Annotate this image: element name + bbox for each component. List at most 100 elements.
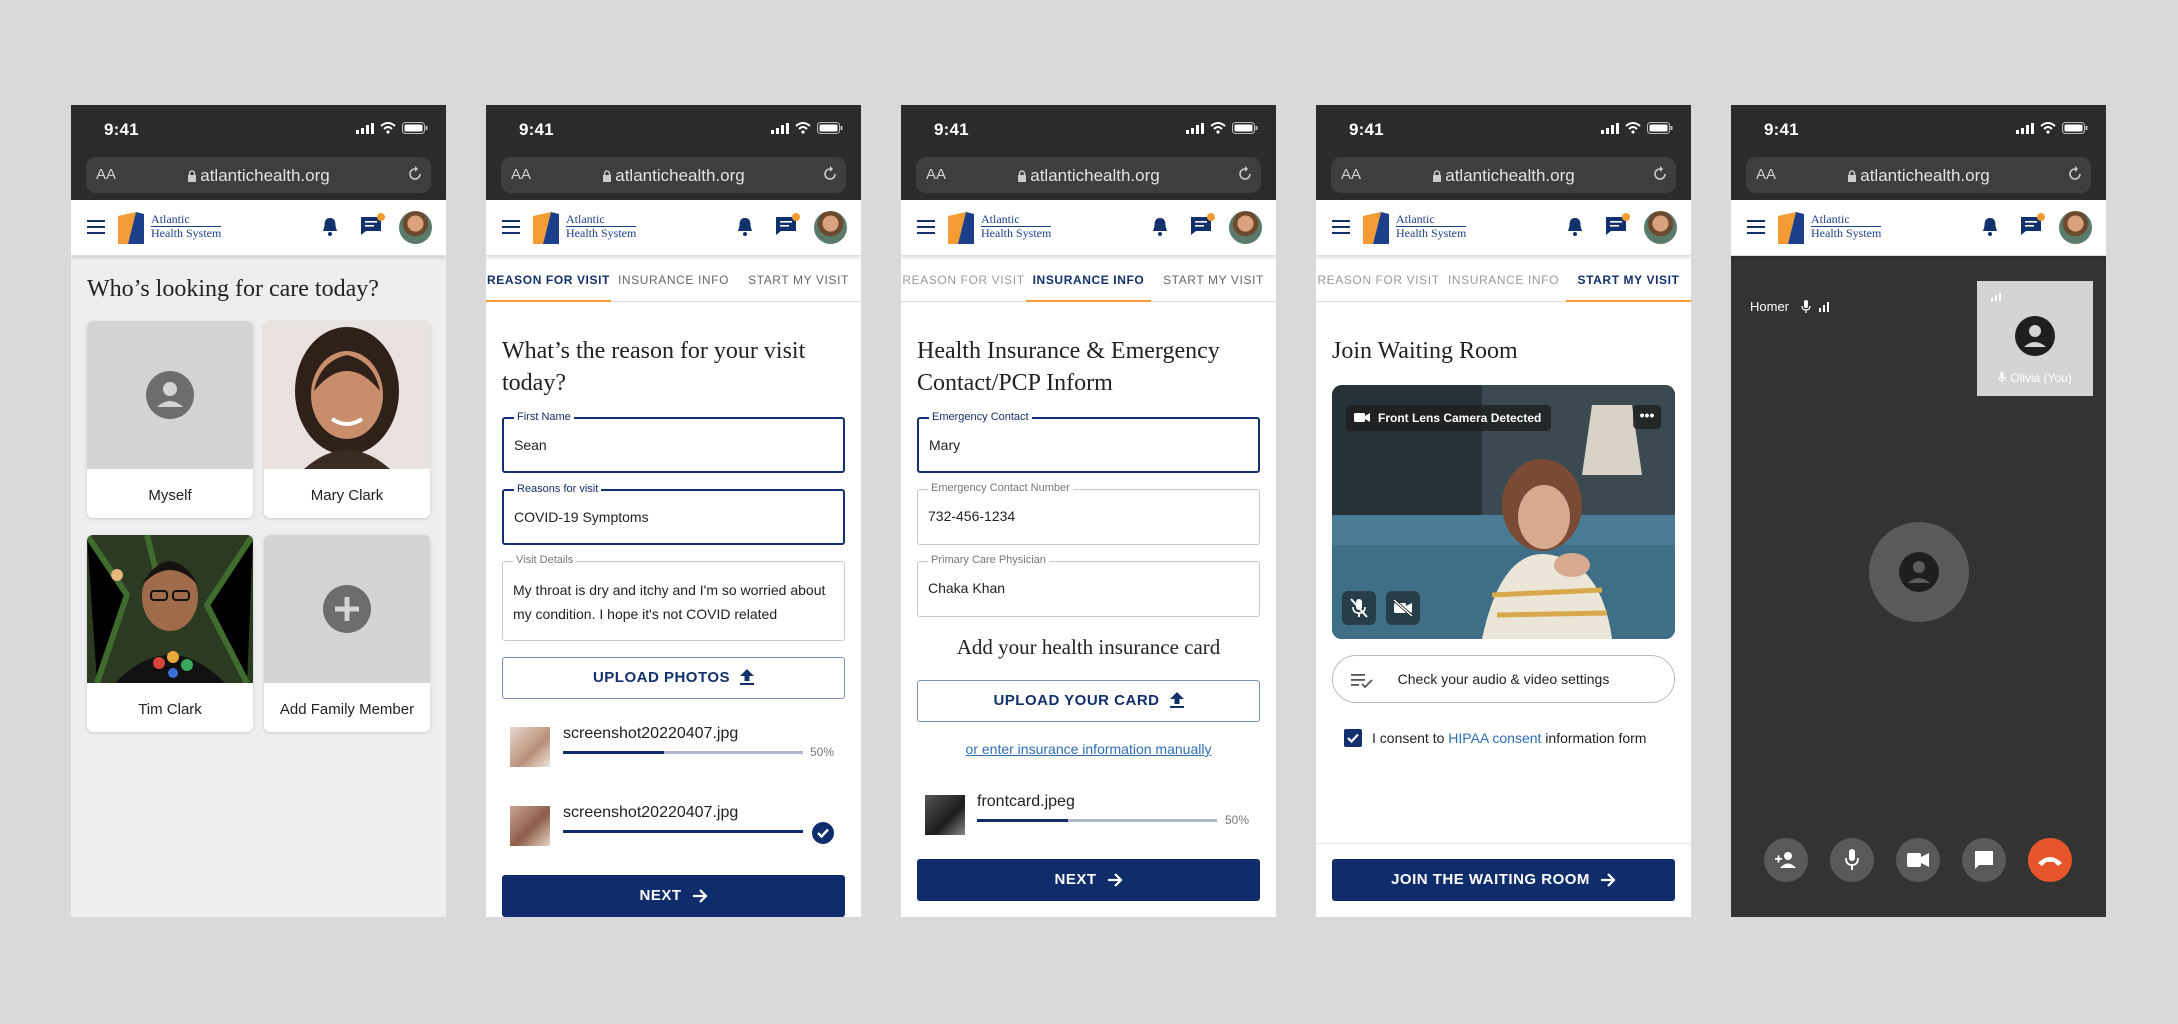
signal-icon: [1601, 122, 1619, 134]
hamburger-menu-icon[interactable]: [1747, 220, 1765, 234]
mic-off-button[interactable]: [1342, 591, 1376, 625]
field-value: Mary: [929, 437, 961, 453]
enter-manually-link[interactable]: or enter insurance information manually: [901, 741, 1276, 757]
avatar[interactable]: [399, 211, 432, 244]
brand-line2: Health System: [1396, 226, 1467, 240]
video-camera-icon: [1907, 853, 1929, 867]
add-family-member-card[interactable]: Add Family Member: [264, 535, 430, 732]
avatar[interactable]: [2059, 211, 2092, 244]
reasons-for-visit-field[interactable]: Reasons for visit COVID-19 Symptoms: [502, 483, 845, 545]
screen-insurance-info: 9:41 AA atlantichealth.org Atlantic Healt…: [901, 105, 1276, 917]
url-bar[interactable]: AA atlantichealth.org: [916, 157, 1261, 193]
lock-icon: [603, 170, 612, 182]
page-title: Who’s looking for care today?: [87, 276, 379, 302]
avatar[interactable]: [814, 211, 847, 244]
field-label: Primary Care Physician: [928, 554, 1049, 566]
emergency-contact-field[interactable]: Emergency Contact Mary: [917, 411, 1260, 473]
self-view-tile[interactable]: Olivia (You): [1977, 281, 2093, 396]
battery-icon: [817, 122, 843, 134]
atlantic-logo-icon: [1778, 212, 1804, 244]
check-circle-icon: [812, 822, 834, 844]
hamburger-menu-icon[interactable]: [87, 220, 105, 234]
add-participant-button[interactable]: [1764, 838, 1808, 882]
screen-join-waiting-room: 9:41 AA atlantichealth.org Atlantic Healt…: [1316, 105, 1691, 917]
status-icons: [356, 122, 428, 134]
avatar[interactable]: [1229, 211, 1262, 244]
url-bar[interactable]: AA atlantichealth.org: [501, 157, 846, 193]
url-text: atlantichealth.org: [1746, 166, 2091, 186]
camera-button[interactable]: [1896, 838, 1940, 882]
tab-insurance-info[interactable]: INSURANCE INFO: [1441, 256, 1566, 301]
upload-icon: [740, 669, 755, 685]
reload-icon[interactable]: [1237, 166, 1253, 182]
tab-reason-for-visit[interactable]: REASON FOR VISIT: [1316, 256, 1441, 301]
profile-card-tim[interactable]: Tim Clark: [87, 535, 253, 732]
upload-percent: 50%: [810, 745, 835, 759]
reload-icon[interactable]: [822, 166, 838, 182]
app-header: Atlantic Health System: [1316, 200, 1691, 256]
reload-icon[interactable]: [407, 166, 423, 182]
url-bar[interactable]: AA atlantichealth.org: [1746, 157, 2091, 193]
audio-video-settings-button[interactable]: Check your audio & video settings: [1332, 655, 1675, 703]
upload-progress: [563, 751, 803, 754]
bell-icon[interactable]: [321, 217, 339, 237]
brand-line1: Atlantic: [566, 212, 605, 226]
battery-icon: [1647, 122, 1673, 134]
video-off-button[interactable]: [1386, 591, 1420, 625]
browser-bar: AA atlantichealth.org: [1316, 155, 1691, 200]
tab-insurance-info[interactable]: INSURANCE INFO: [611, 256, 736, 301]
primary-care-physician-field[interactable]: Primary Care Physician Chaka Khan: [917, 554, 1260, 617]
url-bar[interactable]: AA atlantichealth.org: [86, 157, 431, 193]
hamburger-menu-icon[interactable]: [502, 220, 520, 234]
file-name: screenshot20220407.jpg: [563, 804, 739, 821]
field-label: Visit Details: [513, 554, 577, 566]
chat-icon[interactable]: [2020, 213, 2045, 241]
tab-start-my-visit[interactable]: START MY VISIT: [1151, 256, 1276, 301]
hamburger-menu-icon[interactable]: [1332, 220, 1350, 234]
join-waiting-room-button[interactable]: JOIN THE WAITING ROOM: [1332, 859, 1675, 901]
field-value: COVID-19 Symptoms: [514, 509, 649, 525]
battery-icon: [2062, 122, 2088, 134]
status-time: 9:41: [1349, 120, 1384, 139]
status-time: 9:41: [1764, 120, 1799, 139]
chat-button[interactable]: [1962, 838, 2006, 882]
next-button[interactable]: NEXT: [502, 875, 845, 917]
profile-card-mary[interactable]: Mary Clark: [264, 321, 430, 518]
tab-insurance-info[interactable]: INSURANCE INFO: [1026, 256, 1151, 302]
tab-start-my-visit[interactable]: START MY VISIT: [736, 256, 861, 301]
avatar[interactable]: [1644, 211, 1677, 244]
bell-icon[interactable]: [736, 217, 754, 237]
wifi-icon: [380, 122, 396, 134]
tab-start-my-visit[interactable]: START MY VISIT: [1566, 256, 1691, 302]
status-icons: [1601, 122, 1673, 134]
upload-photos-button[interactable]: UPLOAD PHOTOS: [502, 657, 845, 699]
chat-icon[interactable]: [775, 213, 800, 241]
more-options-icon[interactable]: •••: [1633, 405, 1661, 429]
first-name-field[interactable]: First Name Sean: [502, 411, 845, 473]
microphone-button[interactable]: [1830, 838, 1874, 882]
lock-icon: [1433, 170, 1442, 182]
bell-icon[interactable]: [1981, 217, 1999, 237]
consent-checkbox[interactable]: [1344, 729, 1362, 747]
end-call-button[interactable]: [2028, 838, 2072, 882]
profile-card-myself[interactable]: Myself: [87, 321, 253, 518]
hamburger-menu-icon[interactable]: [917, 220, 935, 234]
tab-reason-for-visit[interactable]: REASON FOR VISIT: [486, 256, 611, 302]
bell-icon[interactable]: [1151, 217, 1169, 237]
next-button[interactable]: NEXT: [917, 859, 1260, 901]
bell-icon[interactable]: [1566, 217, 1584, 237]
chat-icon[interactable]: [360, 213, 385, 241]
url-bar[interactable]: AA atlantichealth.org: [1331, 157, 1676, 193]
url-label: atlantichealth.org: [200, 166, 330, 185]
hipaa-consent-link[interactable]: HIPAA consent: [1448, 730, 1541, 746]
chat-icon[interactable]: [1605, 213, 1630, 241]
visit-details-field[interactable]: Visit Details My throat is dry and itchy…: [502, 554, 845, 641]
upload-card-button[interactable]: UPLOAD YOUR CARD: [917, 680, 1260, 722]
url-label: atlantichealth.org: [1445, 166, 1575, 185]
emergency-contact-number-field[interactable]: Emergency Contact Number 732-456-1234: [917, 482, 1260, 545]
tab-reason-for-visit[interactable]: REASON FOR VISIT: [901, 256, 1026, 301]
chat-icon[interactable]: [1190, 213, 1215, 241]
url-label: atlantichealth.org: [1030, 166, 1160, 185]
reload-icon[interactable]: [1652, 166, 1668, 182]
reload-icon[interactable]: [2067, 166, 2083, 182]
